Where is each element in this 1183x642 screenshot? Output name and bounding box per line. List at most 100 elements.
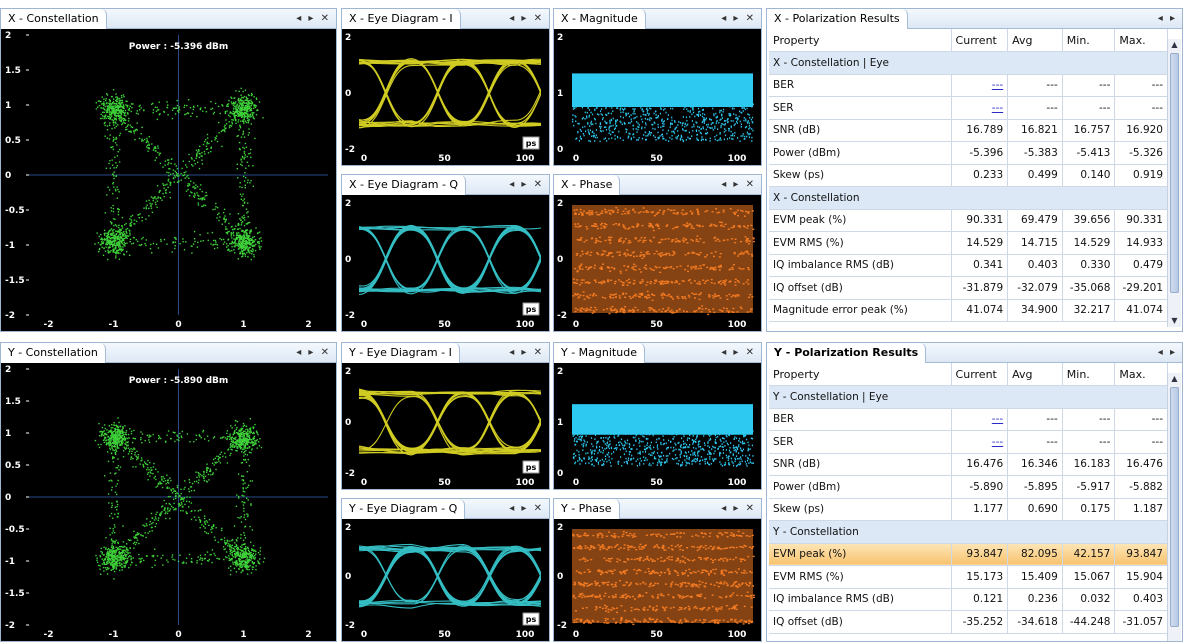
section-row[interactable]: X - Constellation | Eye [769, 51, 1168, 75]
pane-controls[interactable]: ◂ ▸ ✕ [509, 499, 544, 519]
magnitude-dot [690, 104, 692, 106]
table-row[interactable]: SER --- --- --- --- [769, 430, 1168, 454]
table-row[interactable]: BER --- --- --- --- [769, 408, 1168, 431]
pane-controls[interactable]: ◂ ▸ ✕ [296, 9, 331, 29]
magnitude-dot [668, 103, 670, 105]
table-row[interactable]: EVM peak (%) 90.331 69.479 39.656 90.331 [769, 209, 1168, 232]
pane-controls[interactable]: ◂ ▸ ✕ [721, 343, 756, 363]
phase-dot [656, 597, 659, 599]
column-header[interactable]: Property [769, 29, 952, 52]
magnitude-dot [722, 123, 724, 126]
table-row[interactable]: IQ imbalance RMS (dB) 0.121 0.236 0.032 0.40… [769, 588, 1168, 611]
table-row[interactable]: Skew (ps) 0.233 0.499 0.140 0.919 [769, 164, 1168, 187]
magnitude-dot [586, 115, 588, 117]
section-row[interactable]: X - Constellation [769, 186, 1168, 210]
phase-dot [633, 310, 635, 312]
column-header[interactable]: Current [951, 29, 1009, 52]
y-constellation-tab[interactable]: Y - Constellation ◂ ▸ ✕ [1, 343, 336, 363]
scroll-thumb[interactable] [1170, 53, 1179, 293]
table-row[interactable]: SER --- --- --- --- [769, 96, 1168, 120]
phase-dot [732, 294, 735, 297]
magnitude-dot [724, 461, 726, 464]
pane-controls[interactable]: ◂ ▸ ✕ [509, 343, 544, 363]
table-row[interactable]: IQ offset (dB) -35.252 -34.618 -44.248 -31.0… [769, 610, 1168, 634]
scroll-thumb[interactable] [1170, 387, 1179, 627]
y-results-tab[interactable]: Y - Polarization Results ◂ ▸ [767, 343, 1182, 363]
value-cell[interactable]: --- [951, 408, 1009, 431]
table-row[interactable]: EVM RMS (%) 14.529 14.715 14.529 14.933 [769, 231, 1168, 255]
pane-controls[interactable]: ◂ ▸ ✕ [509, 175, 544, 195]
table-row[interactable]: SNR (dB) 16.789 16.821 16.757 16.920 [769, 119, 1168, 142]
y-results-scrollbar[interactable]: ▲ [1167, 373, 1181, 641]
x-eye-i-tab[interactable]: X - Eye Diagram - I ◂ ▸ ✕ [342, 9, 549, 29]
x-constellation-tab[interactable]: X - Constellation ◂ ▸ ✕ [1, 9, 336, 29]
table-row[interactable]: Power (dBm) -5.890 -5.895 -5.917 -5.882 [769, 475, 1168, 499]
value-cell[interactable]: --- [951, 74, 1009, 97]
y-magnitude-tab[interactable]: Y - Magnitude ◂ ▸ ✕ [554, 343, 761, 363]
phase-dot [589, 548, 592, 551]
column-header[interactable]: Avg [1007, 363, 1063, 386]
magnitude-dot [722, 452, 724, 454]
value-cell: --- [1062, 430, 1116, 454]
x-results-scrollbar[interactable]: ▲ ▼ [1167, 39, 1181, 327]
pane-controls[interactable]: ◂ ▸ ✕ [721, 175, 756, 195]
column-header[interactable]: Current [951, 363, 1009, 386]
phase-dot [646, 290, 649, 293]
magnitude-dot [741, 111, 743, 114]
magnitude-dot [652, 127, 654, 130]
scroll-down-icon[interactable]: ▼ [1168, 315, 1181, 327]
table-row[interactable]: IQ imbalance RMS (dB) 0.341 0.403 0.330 0.47… [769, 254, 1168, 277]
phase-dot [736, 585, 739, 587]
pane-controls[interactable]: ◂ ▸ [1158, 9, 1177, 29]
column-header[interactable]: Min. [1062, 363, 1116, 386]
scroll-up-icon[interactable]: ▲ [1168, 39, 1181, 51]
x-results-tab[interactable]: X - Polarization Results ◂ ▸ [767, 9, 1182, 29]
phase-dot [619, 622, 622, 624]
pane-controls[interactable]: ◂ ▸ ✕ [721, 9, 756, 29]
magnitude-dot [627, 459, 629, 461]
column-header[interactable]: Max. [1114, 363, 1168, 386]
table-row[interactable]: BER --- --- --- --- [769, 74, 1168, 97]
phase-dot [631, 267, 634, 269]
value-cell: 0.919 [1114, 164, 1168, 187]
magnitude-dot [731, 134, 733, 137]
phase-dot [648, 222, 651, 225]
column-header[interactable]: Property [769, 363, 952, 386]
value-cell[interactable]: --- [951, 430, 1009, 454]
table-row[interactable]: Magnitude error peak (%) 41.074 34.900 32.2… [769, 299, 1168, 322]
section-row[interactable]: Y - Constellation | Eye [769, 385, 1168, 409]
phase-dot [627, 254, 630, 256]
y-eye-q-tab[interactable]: Y - Eye Diagram - Q ◂ ▸ ✕ [342, 499, 549, 519]
y-phase-tab[interactable]: Y - Phase ◂ ▸ ✕ [554, 499, 761, 519]
table-row[interactable]: EVM peak (%) 93.847 82.095 42.157 93.847 [769, 543, 1168, 566]
value-cell[interactable]: --- [951, 96, 1009, 120]
pane-controls[interactable]: ◂ ▸ ✕ [721, 499, 756, 519]
column-header[interactable]: Min. [1062, 29, 1116, 52]
column-header[interactable]: Avg [1007, 29, 1063, 52]
magnitude-dot [696, 435, 698, 438]
table-row[interactable]: IQ offset (dB) -31.879 -32.079 -35.068 -29.2… [769, 276, 1168, 300]
phase-dot [726, 584, 729, 587]
table-row[interactable]: EVM RMS (%) 15.173 15.409 15.067 15.904 [769, 565, 1168, 589]
pane-controls[interactable]: ◂ ▸ [1158, 343, 1177, 363]
column-header[interactable]: Max. [1114, 29, 1168, 52]
table-row[interactable]: SNR (dB) 16.476 16.346 16.183 16.476 [769, 453, 1168, 476]
x-phase-tab[interactable]: X - Phase ◂ ▸ ✕ [554, 175, 761, 195]
pane-controls[interactable]: ◂ ▸ ✕ [296, 343, 331, 363]
pane-controls[interactable]: ◂ ▸ ✕ [509, 9, 544, 29]
table-row[interactable]: Skew (ps) 1.177 0.690 0.175 1.187 [769, 498, 1168, 521]
scroll-up-icon[interactable]: ▲ [1168, 373, 1181, 385]
magnitude-dot [742, 440, 744, 443]
phase-dot [611, 309, 614, 312]
section-row[interactable]: Y - Constellation [769, 520, 1168, 544]
phase-dot [693, 293, 696, 295]
table-row[interactable]: Power (dBm) -5.396 -5.383 -5.413 -5.326 [769, 141, 1168, 165]
phase-dot [684, 562, 686, 564]
phase-dot [591, 594, 594, 596]
x-magnitude-tab[interactable]: X - Magnitude ◂ ▸ ✕ [554, 9, 761, 29]
y-tick-label: -2 [345, 145, 355, 155]
value-cell: 16.920 [1114, 119, 1168, 142]
y-eye-i-tab[interactable]: Y - Eye Diagram - I ◂ ▸ ✕ [342, 343, 549, 363]
x-eye-q-tab[interactable]: X - Eye Diagram - Q ◂ ▸ ✕ [342, 175, 549, 195]
phase-dot [639, 211, 642, 213]
